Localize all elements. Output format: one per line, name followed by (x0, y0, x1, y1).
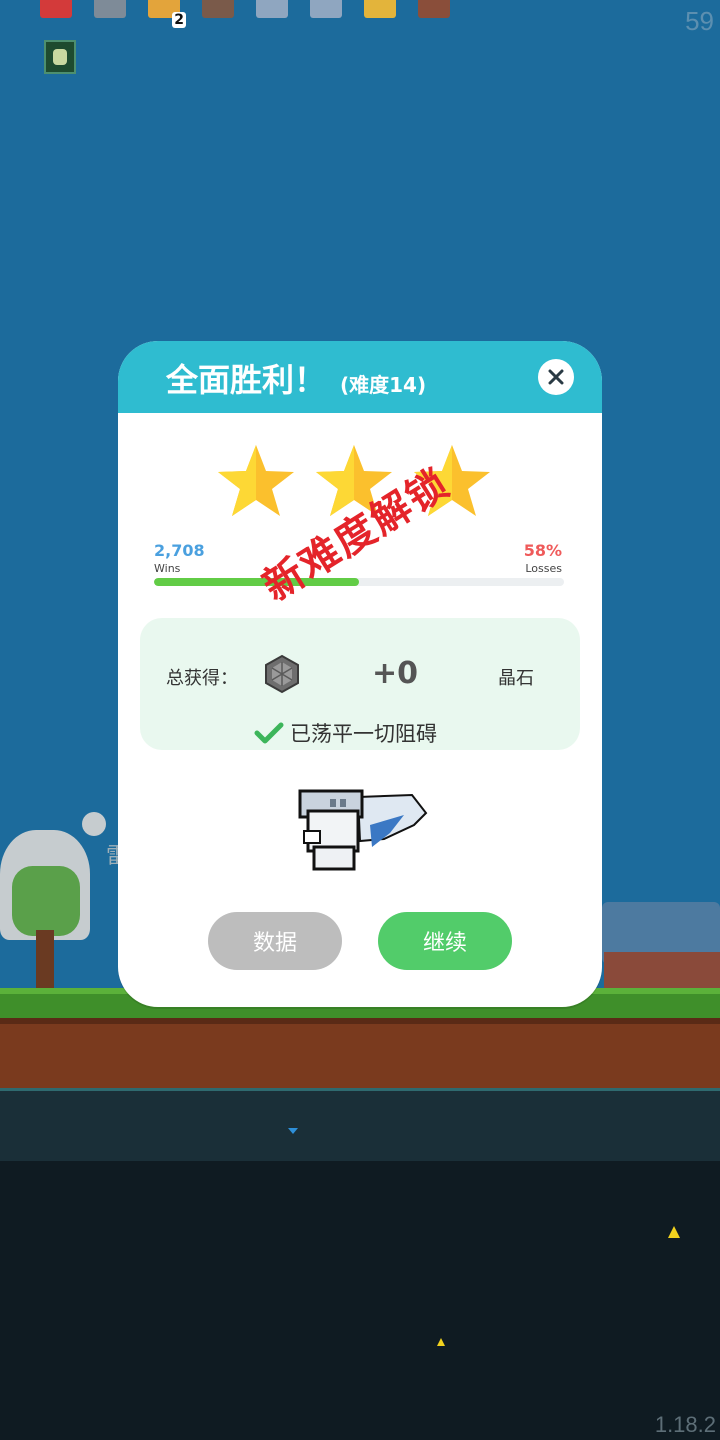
version-label: 1.18.2 (654, 1412, 716, 1437)
equipped-item-icon[interactable] (44, 40, 76, 74)
checkmark-icon (254, 722, 284, 744)
continue-button[interactable]: 继续 (378, 912, 512, 970)
reward-label: 总获得： (166, 668, 238, 689)
losses-stat: 58% Losses (524, 541, 562, 575)
chest-icon[interactable] (418, 0, 450, 18)
drumstick-icon[interactable]: 2 (148, 0, 186, 28)
star-icon (218, 445, 294, 516)
dialog-header: 全面胜利！ (难度14) (118, 341, 602, 413)
cleared-text: 已荡平一切阻碍 (290, 722, 437, 746)
difficulty-label: (难度14) (340, 373, 427, 397)
reward-panel: 总获得： +0 晶石 已荡平一切阻碍 (140, 618, 580, 750)
hud-inventory: 2 (40, 0, 450, 28)
win-ratio-bar (154, 578, 564, 586)
round-bomb-icon[interactable] (202, 0, 234, 18)
cloud-puff (82, 812, 106, 836)
hook-icon[interactable] (310, 0, 342, 18)
shield-heart-icon[interactable] (40, 0, 72, 18)
losses-value: 58% (523, 541, 562, 560)
tree-left (12, 866, 80, 936)
cleared-status: 已荡平一切阻碍 (254, 718, 437, 748)
close-button[interactable] (538, 359, 574, 395)
fence-right (604, 952, 720, 988)
fps-counter: 59 (685, 6, 714, 36)
victory-dialog: 全面胜利！ (难度14) 2,708 Wins 58% Losses 总获得： … (118, 341, 602, 1007)
tree-trunk (36, 930, 54, 988)
spark-blue (288, 1128, 298, 1134)
dialog-title: 全面胜利！ (166, 361, 327, 399)
wins-label: Wins (154, 562, 181, 575)
crystal-gem-icon (265, 654, 299, 694)
wins-value: 2,708 (154, 541, 205, 560)
ground-dirt (0, 1018, 720, 1094)
wins-stat: 2,708 Wins (154, 541, 205, 575)
item-count-badge: 2 (172, 12, 186, 28)
reward-unit: 晶石 (498, 668, 534, 689)
winged-cat-pet-icon (298, 789, 428, 871)
spark-yellow-small (437, 1338, 445, 1346)
wand-icon[interactable] (256, 0, 288, 18)
stats-button[interactable]: 数据 (208, 912, 342, 970)
ground-water (0, 1088, 720, 1161)
close-icon (548, 369, 564, 385)
battery-icon[interactable] (364, 0, 396, 18)
spark-yellow (668, 1226, 680, 1238)
helmet-icon[interactable] (94, 0, 126, 18)
losses-label: Losses (525, 562, 562, 575)
reward-value: +0 (372, 656, 419, 691)
